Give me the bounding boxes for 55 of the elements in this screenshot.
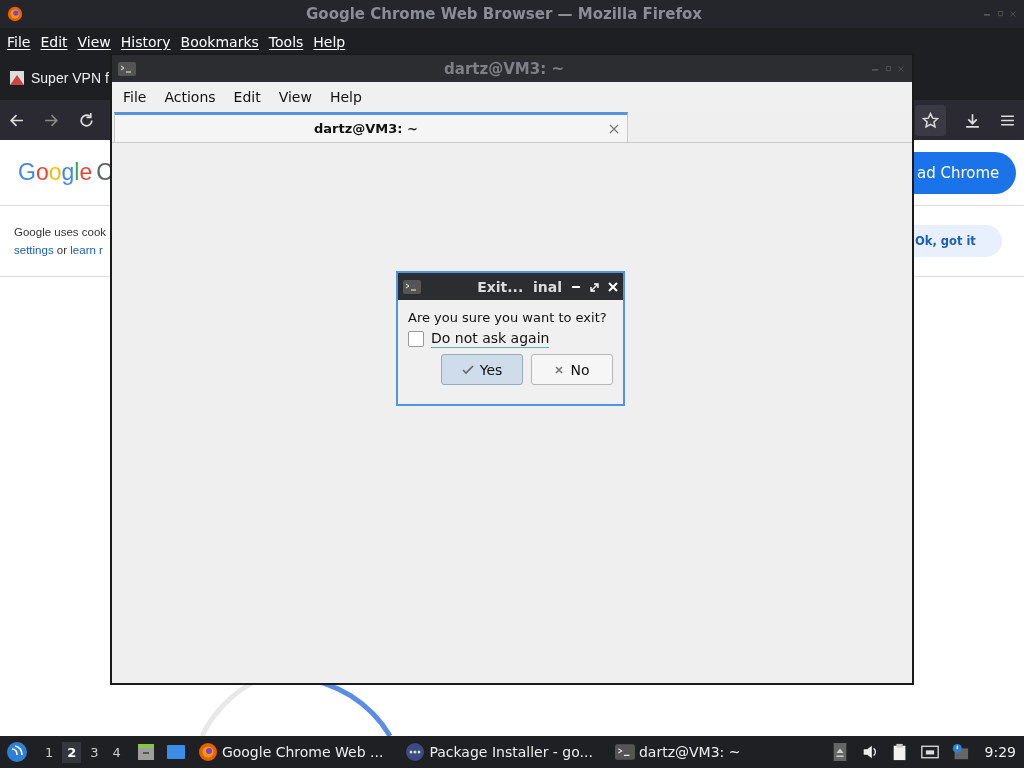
- close-icon[interactable]: [609, 123, 619, 134]
- firefox-icon: [197, 742, 218, 762]
- menu-item[interactable]: Tools: [263, 33, 309, 50]
- menu-item[interactable]: Help: [320, 89, 371, 105]
- cookie-text: Google uses cook: [14, 226, 107, 238]
- notification-icon[interactable]: [950, 743, 969, 761]
- close-icon: [554, 364, 565, 375]
- menu-item[interactable]: View: [72, 33, 116, 50]
- window-title: dartz@VM3: ~: [443, 59, 565, 78]
- browser-tab[interactable]: Super VPN f: [0, 59, 109, 96]
- download-button[interactable]: ad Chrome: [913, 151, 1016, 194]
- taskbar-button[interactable]: Package Installer - go...: [405, 742, 593, 762]
- terminal-icon: [403, 279, 421, 294]
- terminal-tab[interactable]: dartz@VM3: ~: [114, 112, 628, 142]
- workspace-button[interactable]: 2: [62, 741, 82, 763]
- google-logo: Google: [18, 159, 93, 186]
- checkbox[interactable]: [408, 331, 424, 347]
- menu-item[interactable]: Edit: [224, 89, 270, 105]
- menu-item[interactable]: File: [114, 89, 156, 105]
- reload-icon[interactable]: [78, 111, 95, 129]
- no-button[interactable]: No: [531, 354, 613, 385]
- yes-button[interactable]: Yes: [441, 354, 523, 385]
- menu-item[interactable]: File: [2, 33, 36, 50]
- workspace-button[interactable]: 3: [85, 741, 104, 763]
- settings-link[interactable]: settings: [14, 244, 54, 256]
- dialog-title: Exit... inal: [476, 278, 563, 295]
- window-controls-icon[interactable]: [572, 281, 618, 292]
- favicon-icon: [10, 70, 24, 85]
- terminal-icon: [614, 742, 635, 762]
- dots-icon: [405, 742, 426, 762]
- cookie-text: or: [56, 244, 68, 256]
- learn-link[interactable]: learn r: [70, 244, 103, 256]
- checkbox-label[interactable]: Do not ask again: [431, 330, 550, 348]
- network-icon[interactable]: [920, 743, 939, 761]
- taskbar-button[interactable]: Google Chrome Web ...: [197, 742, 384, 762]
- ok-button[interactable]: Ok, got it: [913, 225, 1002, 257]
- terminal-icon: [118, 61, 136, 76]
- file-manager-icon[interactable]: [135, 742, 156, 762]
- start-menu-icon[interactable]: [6, 741, 28, 763]
- workspace-button[interactable]: 1: [40, 741, 59, 763]
- menu-item[interactable]: Help: [308, 33, 351, 50]
- menu-item[interactable]: Actions: [155, 89, 225, 105]
- menu-item[interactable]: Edit: [35, 33, 73, 50]
- menu-item[interactable]: View: [269, 89, 321, 105]
- menu-item[interactable]: History: [115, 33, 176, 50]
- firefox-icon: [6, 5, 24, 23]
- dialog-message: Are you sure you want to exit?: [408, 310, 608, 325]
- download-icon[interactable]: [964, 111, 981, 129]
- check-icon: [461, 364, 474, 375]
- clock: 9:29: [984, 744, 1016, 760]
- taskbar-button[interactable]: dartz@VM3: ~: [614, 742, 741, 762]
- menu-item[interactable]: Bookmarks: [175, 33, 264, 50]
- workspace-button[interactable]: 4: [107, 741, 126, 763]
- window-title: Google Chrome Web Browser — Mozilla Firefox: [305, 5, 703, 23]
- desktop-icon[interactable]: [165, 742, 186, 762]
